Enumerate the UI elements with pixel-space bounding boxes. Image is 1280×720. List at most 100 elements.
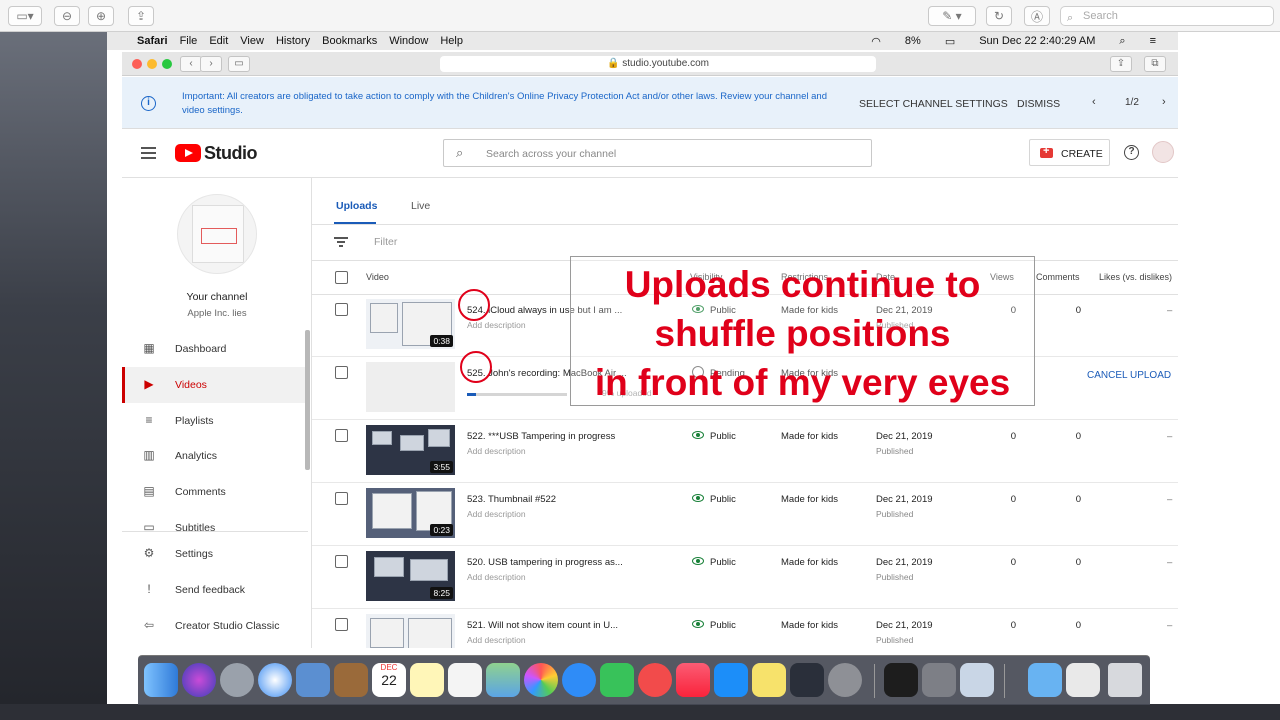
channel-search-input[interactable]: ⌕ Search across your channel [443,139,872,167]
address-bar[interactable]: 🔒 studio.youtube.com [440,56,876,72]
launchpad-icon[interactable] [220,663,254,697]
visibility-dropdown[interactable]: Public [710,557,736,568]
safari-icon[interactable] [258,663,292,697]
menu-history[interactable]: History [276,35,310,47]
menu-edit[interactable]: Edit [209,35,228,47]
trash-icon[interactable] [1108,663,1142,697]
visibility-dropdown[interactable]: Public [710,431,736,442]
video-title[interactable]: 521. Will not show item count in U... [467,620,618,631]
zoom-out-button[interactable]: ⊖ [54,6,80,26]
facetime-icon[interactable] [600,663,634,697]
show-sidebar-button[interactable]: ▭ [228,56,250,72]
sidebar-toggle-button[interactable]: ▭▾ [8,6,42,26]
row-checkbox[interactable] [335,366,348,379]
video-thumbnail[interactable]: 0:38 [366,299,455,349]
video-description[interactable]: Add description [467,320,526,330]
wifi-icon[interactable]: ◠ [871,35,881,48]
sidebar-scrollbar[interactable] [305,330,310,470]
sidebar-item-dashboard[interactable]: ▦ Dashboard [122,331,308,367]
zoom-in-button[interactable]: ⊕ [88,6,114,26]
video-thumbnail[interactable] [366,614,455,648]
row-checkbox[interactable] [335,555,348,568]
downloads-folder-icon[interactable] [1028,663,1062,697]
column-comments[interactable]: Comments [1036,272,1080,282]
rotate-button[interactable]: ↻ [986,6,1012,26]
finder-icon[interactable] [144,663,178,697]
table-row[interactable]: 521. Will not show item count in U... Ad… [312,610,1178,648]
forward-button[interactable]: › [200,56,222,72]
cancel-upload-button[interactable]: CANCEL UPLOAD [1087,370,1171,381]
menu-icon[interactable] [141,147,156,159]
photos-icon[interactable] [524,663,558,697]
table-row[interactable]: 0:23 523. Thumbnail #522 Add description… [312,484,1178,546]
table-row[interactable]: 3:55 522. ***USB Tampering in progress A… [312,421,1178,483]
documents-stack-icon[interactable] [1066,663,1100,697]
video-thumbnail[interactable]: 8:25 [366,551,455,601]
notes-icon[interactable] [410,663,444,697]
calendar-icon[interactable]: DEC 22 [372,663,406,697]
dismiss-button[interactable]: DISMISS [1017,98,1060,110]
sidebar-item-creator-studio-classic[interactable]: ⇦ Creator Studio Classic [122,608,308,644]
row-checkbox[interactable] [335,429,348,442]
battery-icon[interactable]: ▭ [945,35,955,48]
news-icon[interactable] [638,663,672,697]
zoom-window-button[interactable] [162,59,172,69]
row-checkbox[interactable] [335,303,348,316]
menu-window[interactable]: Window [389,35,428,47]
preview-icon[interactable] [960,663,994,697]
tab-live[interactable]: Live [411,200,430,212]
app-store-icon[interactable] [714,663,748,697]
minimize-window-button[interactable] [147,59,157,69]
menu-help[interactable]: Help [440,35,463,47]
quicktime-icon[interactable] [790,663,824,697]
filter-icon[interactable] [334,236,348,248]
sidebar-item-videos[interactable]: ▶ Videos [122,367,308,403]
video-title[interactable]: 522. ***USB Tampering in progress [467,431,615,442]
close-window-button[interactable] [132,59,142,69]
video-description[interactable]: Add description [467,572,526,582]
menu-app-name[interactable]: Safari [137,35,168,47]
sidebar-item-playlists[interactable]: ≡ Playlists [122,403,308,439]
visibility-dropdown[interactable]: Public [710,494,736,505]
clock[interactable]: Sun Dec 22 2:40:29 AM [979,35,1095,47]
reminders-icon[interactable] [448,663,482,697]
channel-avatar[interactable] [177,194,257,274]
spotlight-icon[interactable]: ⌕ [1119,35,1125,48]
chevron-left-icon[interactable]: ‹ [1092,96,1096,108]
tab-uploads[interactable]: Uploads [336,200,377,212]
contacts-icon[interactable] [334,663,368,697]
sidebar-item-analytics[interactable]: ▥ Analytics [122,438,308,474]
column-likes[interactable]: Likes (vs. dislikes) [1099,272,1172,282]
visibility-dropdown[interactable]: Public [710,620,736,631]
menu-file[interactable]: File [180,35,198,47]
mail-icon[interactable] [296,663,330,697]
battery-status[interactable]: 8% [905,35,921,47]
video-description[interactable]: Add description [467,446,526,456]
youtube-logo-icon[interactable] [175,144,201,162]
control-menu-icon[interactable]: ≡ [1150,35,1156,47]
filter-input[interactable]: Filter [374,236,397,248]
annotate-button[interactable]: Ⓐ [1024,6,1050,26]
menu-bookmarks[interactable]: Bookmarks [322,35,377,47]
activity-monitor-icon[interactable] [884,663,918,697]
video-description[interactable]: Add description [467,509,526,519]
tabs-overview-button[interactable]: ⧉ [1144,56,1166,72]
share-icon[interactable]: ⇪ [1110,56,1132,72]
siri-icon[interactable] [182,663,216,697]
sidebar-item-settings[interactable]: ⚙ Settings [122,536,308,572]
messages-icon[interactable] [562,663,596,697]
video-thumbnail[interactable]: 0:23 [366,488,455,538]
row-checkbox[interactable] [335,618,348,631]
chevron-right-icon[interactable]: › [1162,96,1166,108]
stickies-icon[interactable] [752,663,786,697]
sidebar-item-send-feedback[interactable]: ! Send feedback [122,572,308,608]
sidebar-item-comments[interactable]: ▤ Comments [122,474,308,510]
table-row[interactable]: 8:25 520. USB tampering in progress as..… [312,547,1178,609]
video-title[interactable]: 523. Thumbnail #522 [467,494,556,505]
your-channel-label[interactable]: Your channel [122,291,311,303]
video-thumbnail[interactable]: 3:55 [366,425,455,475]
menu-view[interactable]: View [240,35,264,47]
video-description[interactable]: Add description [467,635,526,645]
share-button[interactable]: ⇪ [128,6,154,26]
back-button[interactable]: ‹ [180,56,202,72]
